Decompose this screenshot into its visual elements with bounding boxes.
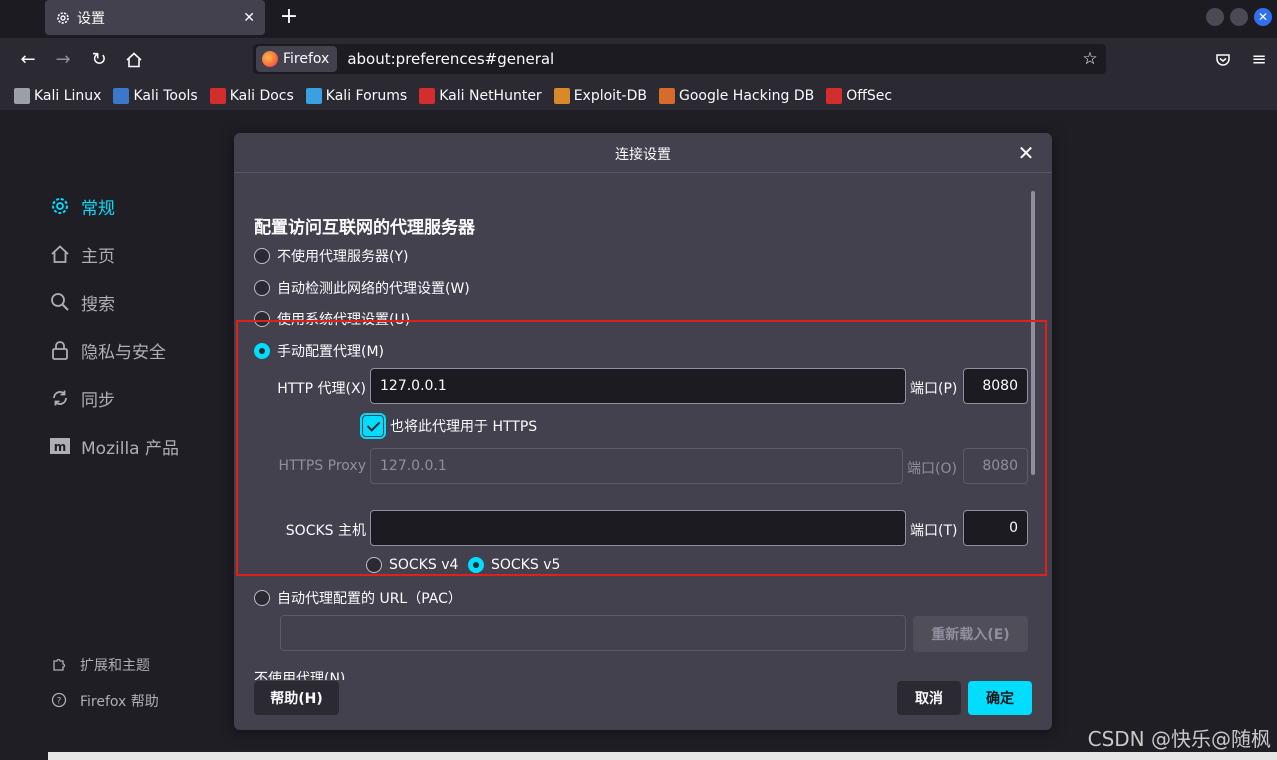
radio-label: 自动代理配置的 URL（PAC） [277, 591, 462, 607]
cancel-button[interactable]: 取消 [897, 681, 961, 715]
puzzle-icon [50, 656, 68, 674]
bookmark-item[interactable]: Kali Docs [209, 88, 294, 104]
no-proxy-for-label: 不使用代理(N) [254, 671, 346, 680]
menu-hamburger-icon[interactable]: ≡ [1247, 48, 1271, 72]
radio-circle[interactable] [254, 248, 270, 264]
firefox-logo-icon [262, 51, 278, 67]
bookmark-item[interactable]: Kali Tools [113, 88, 198, 104]
watermark-text: CSDN @快乐@随枫 [1087, 727, 1271, 751]
mozilla-icon: m [48, 435, 72, 459]
minimize-button[interactable] [1206, 8, 1224, 26]
sidebar-item-search[interactable]: 搜索 [48, 290, 115, 315]
search-icon [48, 291, 72, 315]
lock-icon [48, 339, 72, 363]
offsec-icon [826, 88, 843, 104]
home-icon [48, 243, 72, 267]
bookmark-label: Exploit-DB [573, 88, 647, 104]
maximize-button[interactable] [1230, 8, 1248, 26]
sidebar-item-help[interactable]: ? Firefox 帮助 [50, 691, 159, 711]
radio-auto-proxy-url[interactable]: 自动代理配置的 URL（PAC） [254, 588, 462, 608]
help-button[interactable]: 帮助(H) [254, 681, 339, 715]
gear-icon [55, 10, 71, 26]
kali-tools-icon [113, 88, 130, 104]
sidebar-item-label: 搜索 [81, 295, 115, 315]
new-tab-button[interactable]: + [278, 6, 300, 28]
identity-box[interactable]: Firefox [256, 46, 338, 72]
bookmark-label: Kali Linux [34, 88, 102, 104]
bookmark-item[interactable]: Kali Linux [14, 88, 101, 104]
sidebar-item-label: 隐私与安全 [81, 343, 166, 363]
reload-icon[interactable]: ↻ [87, 48, 111, 72]
tab-strip: 设置 ✕ + ✕ [0, 0, 1277, 38]
identity-label: Firefox [283, 51, 330, 67]
bookmark-star-icon[interactable]: ☆ [1080, 49, 1100, 69]
url-text[interactable]: about:preferences#general [347, 50, 1080, 68]
bookmark-label: OffSec [846, 88, 893, 104]
navigation-toolbar: ← → ↻ Firefox about:preferences#general … [0, 38, 1277, 82]
bookmark-label: Kali Forums [325, 88, 408, 104]
pac-url-input[interactable] [280, 615, 906, 651]
radio-circle[interactable] [254, 590, 270, 606]
url-bar[interactable]: Firefox about:preferences#general ☆ [253, 44, 1106, 74]
bookmark-label: Kali NetHunter [439, 88, 542, 104]
help-icon: ? [50, 692, 68, 710]
kali-dragon-icon [14, 88, 30, 104]
sidebar-item-label: Firefox 帮助 [80, 694, 159, 710]
kali-forums-icon [305, 88, 322, 104]
sidebar-item-label: 扩展和主题 [80, 658, 150, 674]
window-close-button[interactable]: ✕ [1254, 8, 1272, 26]
forward-arrow-icon[interactable]: → [51, 48, 75, 72]
svg-text:m: m [54, 440, 67, 454]
bookmark-label: Google Hacking DB [678, 88, 815, 104]
highlight-box [236, 320, 1047, 576]
tab-close-icon[interactable]: ✕ [243, 10, 255, 26]
tab-settings[interactable]: 设置 ✕ [45, 0, 265, 35]
home-icon[interactable] [122, 48, 146, 72]
bookmark-label: Kali Docs [229, 88, 294, 104]
close-icon[interactable]: ✕ [1014, 141, 1038, 165]
bookmark-item[interactable]: Kali NetHunter [419, 88, 542, 104]
sidebar-item-home[interactable]: 主页 [48, 242, 115, 267]
sidebar-item-label: 常规 [81, 199, 115, 219]
sidebar-item-label: Mozilla 产品 [81, 439, 179, 459]
bookmark-item[interactable]: Google Hacking DB [658, 88, 815, 104]
back-arrow-icon[interactable]: ← [16, 48, 40, 72]
ghdb-icon [658, 88, 675, 104]
bookmark-item[interactable]: Kali Forums [305, 88, 408, 104]
bookmark-item[interactable]: OffSec [826, 88, 892, 104]
dialog-title: 连接设置 [615, 147, 671, 163]
dialog-header: 连接设置 ✕ [234, 133, 1052, 173]
tab-title: 设置 [77, 10, 105, 27]
exploit-db-icon [553, 88, 570, 104]
radio-circle[interactable] [254, 280, 270, 296]
svg-text:?: ? [57, 697, 62, 707]
bookmark-label: Kali Tools [133, 88, 198, 104]
proxy-section-title: 配置访问互联网的代理服务器 [254, 218, 475, 238]
nethunter-icon [419, 88, 436, 104]
sidebar-item-label: 主页 [81, 247, 115, 267]
ok-button[interactable]: 确定 [968, 681, 1032, 715]
sidebar-item-label: 同步 [81, 391, 115, 411]
sidebar-item-extensions[interactable]: 扩展和主题 [50, 655, 150, 675]
radio-label: 自动检测此网络的代理设置(W) [277, 281, 470, 297]
radio-auto-detect[interactable]: 自动检测此网络的代理设置(W) [254, 278, 470, 298]
kali-docs-icon [209, 88, 226, 104]
bookmarks-toolbar: Kali Linux Kali Tools Kali Docs Kali Forums… [0, 82, 1277, 110]
reload-pac-button[interactable]: 重新载入(E) [913, 616, 1028, 652]
bookmark-item[interactable]: Exploit-DB [553, 88, 647, 104]
sidebar-item-general[interactable]: 常规 [48, 194, 115, 219]
pocket-icon[interactable] [1211, 48, 1235, 72]
radio-label: 不使用代理服务器(Y) [277, 249, 409, 265]
gear-icon [48, 195, 72, 219]
sidebar-item-sync[interactable]: 同步 [48, 386, 115, 411]
background-window-strip [48, 752, 1277, 760]
radio-no-proxy[interactable]: 不使用代理服务器(Y) [254, 246, 408, 266]
sidebar-item-mozilla-products[interactable]: m Mozilla 产品 [48, 434, 179, 459]
sync-icon [48, 387, 72, 411]
sidebar-item-privacy[interactable]: 隐私与安全 [48, 338, 166, 363]
